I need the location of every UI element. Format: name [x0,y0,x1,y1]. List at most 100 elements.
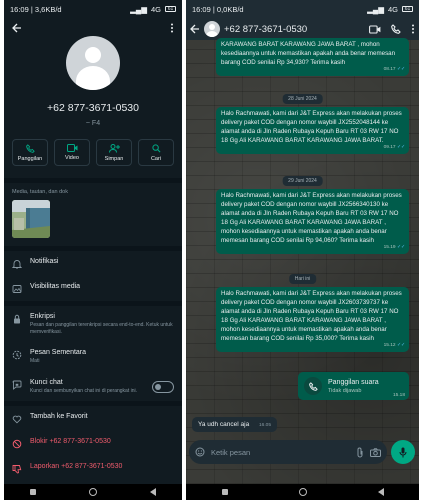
disappearing-title: Pesan Sementara [30,349,86,356]
call-label: Panggilan [18,156,42,162]
signal-icon: ▂▄▆ [367,5,384,14]
call-title: Panggilan suara [328,379,379,386]
voice-call-icon[interactable] [391,24,401,34]
bell-icon [12,259,22,269]
message-bubble[interactable]: Halo Rachmawati, kami dari J&T Express a… [216,189,409,254]
media-visibility-label: Visibilitas media [30,283,80,290]
message-text: KARAWANG BARAT KARAWANG JAWA BARAT , moh… [221,41,395,66]
chat-avatar[interactable] [204,21,220,37]
video-label: Video [65,155,79,161]
report-row[interactable]: Laporkan +62 877-3671-0530 [4,456,182,481]
status-speed: 0,0KB/d [217,5,244,14]
attach-icon[interactable] [356,447,364,458]
video-call-icon[interactable] [369,25,381,34]
search-button[interactable]: Cari [138,139,174,166]
thumbs-down-icon [12,464,22,474]
message-bubble[interactable]: KARAWANG BARAT KARAWANG JAWA BARAT , moh… [216,38,409,76]
message-text: Ya udh cancel aja [198,421,249,428]
notifications-row[interactable]: Notifikasi [4,251,182,276]
media-thumbnail[interactable] [12,200,50,238]
message-input[interactable] [211,448,350,457]
back-arrow-icon[interactable] [12,23,22,33]
video-button[interactable]: Video [54,139,90,166]
contact-avatar[interactable] [66,36,120,90]
recents-button[interactable] [222,489,228,495]
block-row[interactable]: Blokir +62 877-3671-0530 [4,431,182,456]
call-time: 15.18 [393,393,405,398]
message-text: Halo Rachmawati, kami dari J&T Express a… [221,290,402,342]
status-bar: 16:09 | 0,0KB/d ▂▄▆ 4G 61 [186,0,419,18]
report-label: Laporkan +62 877-3671-0530 [30,463,122,470]
date-separator: Hari ini [289,274,317,284]
signal-icon: ▂▄▆ [130,5,147,14]
notifications-label: Notifikasi [30,258,58,265]
network-label: 4G [151,5,161,14]
contact-actions: Panggilan Video Simpan Cari [4,139,182,166]
read-ticks-icon: ✓✓ [397,67,405,72]
search-label: Cari [151,156,161,162]
timer-icon [12,350,22,360]
chat-lock-toggle[interactable] [152,381,174,393]
disappearing-status: Mati [30,358,86,365]
disappearing-messages-row[interactable]: Pesan Sementara Mati [4,342,182,372]
back-arrow-icon[interactable] [190,24,200,34]
chat-messages[interactable]: KARAWANG BARAT KARAWANG JAWA BARAT , moh… [186,40,419,484]
chat-lock-subtitle: Kunci dan sembunyikan chat ini di perang… [30,388,144,395]
chat-title[interactable]: +62 877-3671-0530 [224,24,365,35]
read-ticks-icon: ✓✓ [397,343,405,348]
message-time: 15.12 ✓✓ [384,343,405,350]
missed-call-card[interactable]: Panggilan suara Tidak dijawab 15.18 [298,372,409,400]
chat-lock-icon [12,380,22,390]
message-bubble[interactable]: Halo Rachmawati, kami dari J&T Express a… [216,107,409,154]
home-button[interactable] [299,488,307,496]
add-favorite-row[interactable]: Tambah ke Favorit [4,406,182,431]
media-section-title: Media, tautan, dan dok [12,189,174,195]
contact-info-screen: 16:09 | 3,6KB/d ▂▄▆ 4G 61 +62 877-3671-0… [4,0,182,500]
encryption-title: Enkripsi [30,313,174,320]
recents-button[interactable] [30,489,36,495]
more-options-icon[interactable] [170,23,174,33]
contact-topbar [4,18,182,38]
add-favorite-label: Tambah ke Favorit [30,413,88,420]
network-label: 4G [388,5,398,14]
message-text: Halo Rachmawati, kami dari J&T Express a… [221,192,402,244]
video-icon [67,144,78,152]
call-button[interactable]: Panggilan [12,139,48,166]
message-bubble[interactable]: Halo Rachmawati, kami dari J&T Express a… [216,287,409,352]
message-text: Halo Rachmawati, kami dari J&T Express a… [221,110,402,144]
back-button[interactable] [150,488,156,496]
message-time: 08.17 ✓✓ [384,67,405,74]
status-time: 16:09 [10,5,29,14]
image-icon [12,284,22,294]
date-separator: 29 Juni 2024 [282,176,323,186]
add-person-icon [109,144,120,153]
chat-lock-row[interactable]: Kunci chat Kunci dan sembunyikan chat in… [4,372,182,402]
search-icon [152,144,161,153]
back-button[interactable] [378,488,384,496]
emoji-icon[interactable] [195,447,205,457]
media-visibility-row[interactable]: Visibilitas media [4,276,182,301]
save-contact-button[interactable]: Simpan [96,139,132,166]
chat-screen: 16:09 | 0,0KB/d ▂▄▆ 4G 61 +62 877-3671-0… [186,0,419,500]
mic-button[interactable] [391,440,415,464]
contact-subname: ~ F4 [4,120,182,127]
incoming-message-bubble[interactable]: Ya udh cancel aja 16.05 [192,417,277,432]
save-label: Simpan [105,156,124,162]
heart-icon [12,414,22,424]
read-ticks-icon: ✓✓ [397,245,405,250]
missed-call-icon [304,377,322,395]
call-status: Tidak dijawab [328,388,379,394]
chat-lock-title: Kunci chat [30,379,144,386]
media-section[interactable]: Media, tautan, dan dok [4,183,182,246]
block-icon [12,439,22,449]
contact-phone-number: +62 877-3671-0530 [4,102,182,114]
camera-icon[interactable] [370,448,381,457]
system-navbar [4,484,182,500]
encryption-row[interactable]: Enkripsi Pesan dan panggilan terenkripsi… [4,306,182,342]
date-separator: 28 Juni 2024 [282,94,323,104]
status-time: 16:09 [192,5,211,14]
home-button[interactable] [89,488,97,496]
status-speed: 3,6KB/d [35,5,62,14]
mic-icon [399,447,407,458]
more-options-icon[interactable] [411,24,415,34]
